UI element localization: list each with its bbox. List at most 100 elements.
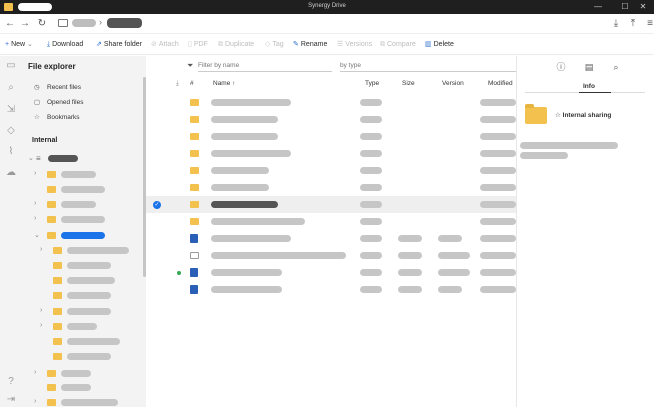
- plus-icon: +: [5, 41, 10, 48]
- tree-item[interactable]: ›: [22, 305, 146, 319]
- cloud-icon[interactable]: ☁: [4, 166, 18, 180]
- status-dot-icon: [177, 271, 181, 275]
- table-row[interactable]: [146, 213, 516, 230]
- compare-icon: ⧉: [380, 41, 385, 48]
- folder-nav-icon[interactable]: ▭: [4, 59, 18, 73]
- column-version[interactable]: Version: [442, 80, 464, 87]
- table-row-selected[interactable]: ✓: [146, 196, 516, 213]
- table-row[interactable]: [146, 281, 516, 298]
- help-icon[interactable]: ?: [4, 375, 18, 389]
- star-icon: ☆: [34, 114, 40, 121]
- versions-button[interactable]: ☰ Versions: [337, 40, 372, 50]
- forward-arrow-icon[interactable]: →: [18, 17, 32, 31]
- filter-by-type-input[interactable]: [340, 59, 516, 72]
- column-type[interactable]: Type: [365, 80, 379, 87]
- tree-item[interactable]: ›: [22, 213, 146, 227]
- folder-icon: [53, 308, 62, 315]
- check-icon: ✓: [153, 201, 161, 209]
- pdf-button[interactable]: ▯ PDF: [188, 40, 208, 50]
- tag-nav-icon[interactable]: ◇: [4, 124, 18, 138]
- download-icon: ⤓: [47, 41, 51, 48]
- tag-button[interactable]: ◇ Tag: [265, 40, 284, 50]
- tree-item[interactable]: [22, 381, 146, 395]
- duplicate-button[interactable]: ⧉ Duplicate: [218, 40, 254, 50]
- tree-item[interactable]: ›: [22, 320, 146, 334]
- table-row[interactable]: [146, 111, 516, 128]
- tree-item[interactable]: ›: [22, 244, 146, 258]
- tree-item[interactable]: ›: [22, 198, 146, 212]
- info-panel: ⓘ ▤ ⌕ Info ☆ Internal sharing: [516, 56, 654, 407]
- refresh-icon[interactable]: ↻: [35, 17, 49, 31]
- column-modified[interactable]: Modified: [488, 80, 513, 87]
- tree-item-selected[interactable]: ⌄: [22, 229, 146, 243]
- folder-icon: [190, 150, 199, 157]
- folder-icon: [58, 19, 68, 27]
- tree-item[interactable]: [22, 183, 146, 197]
- table-row[interactable]: [146, 264, 516, 281]
- minimize-button[interactable]: —: [587, 1, 609, 13]
- folder-icon: [47, 399, 56, 406]
- column-name[interactable]: Name ↑: [213, 80, 235, 87]
- new-button[interactable]: + New ⌄: [5, 40, 33, 50]
- search-details-tab-icon[interactable]: ⌕: [609, 60, 623, 74]
- folder-icon: [190, 99, 199, 106]
- tree-item[interactable]: [22, 289, 146, 303]
- sidebar-item-opened[interactable]: ▢ Opened files: [34, 98, 84, 106]
- folder-icon: [47, 201, 56, 208]
- left-rail: ▭ ⌕ ⇲ ◇ ⌇ ☁ ? ⇥: [0, 56, 22, 407]
- compare-button[interactable]: ⧉ Compare: [380, 40, 416, 50]
- download-icon[interactable]: ⤓: [609, 17, 623, 31]
- table-row[interactable]: [146, 230, 516, 247]
- column-size[interactable]: Size: [402, 80, 415, 87]
- checkout-icon[interactable]: ⇲: [4, 103, 18, 117]
- window-title: Synergy Drive: [308, 3, 346, 9]
- chart-icon[interactable]: ⌇: [4, 145, 18, 159]
- folder-icon: [190, 184, 199, 191]
- folder-icon: [190, 167, 199, 174]
- info-tab-icon[interactable]: ⓘ: [554, 60, 568, 74]
- info-line: [520, 152, 568, 159]
- back-arrow-icon[interactable]: ←: [3, 17, 17, 31]
- table-row[interactable]: [146, 94, 516, 111]
- tree-item[interactable]: [22, 350, 146, 364]
- folder-icon: [190, 201, 199, 208]
- rename-button[interactable]: ✎ Rename: [293, 40, 327, 50]
- table-row[interactable]: [146, 145, 516, 162]
- sidebar-title: File explorer: [28, 62, 76, 71]
- logout-icon[interactable]: ⇥: [4, 393, 18, 407]
- filter-by-name-input[interactable]: [198, 59, 332, 72]
- table-row[interactable]: [146, 179, 516, 196]
- close-button[interactable]: ✕: [632, 1, 654, 13]
- breadcrumb-current[interactable]: [107, 18, 142, 28]
- file-list: ⏷ ⤓ # Name ↑ Type Size Version Modified …: [146, 56, 516, 407]
- search-icon[interactable]: ⌕: [4, 81, 18, 95]
- pdf-icon: ▯: [188, 41, 192, 48]
- tree-root[interactable]: ⌄ ≡: [22, 152, 146, 166]
- breadcrumb-item[interactable]: [72, 19, 96, 27]
- table-row[interactable]: [146, 162, 516, 179]
- details-tab-icon[interactable]: ▤: [582, 60, 596, 74]
- table-row[interactable]: [146, 128, 516, 145]
- share-folder-button[interactable]: ⇗ Share folder: [96, 40, 142, 50]
- attach-button[interactable]: ⊘ Attach: [151, 40, 179, 50]
- tree-item[interactable]: ›: [22, 396, 146, 407]
- internal-sharing-link[interactable]: ☆ Internal sharing: [555, 111, 611, 119]
- tree-item[interactable]: [22, 274, 146, 288]
- column-hash[interactable]: #: [190, 80, 194, 87]
- filter-icon: ⏷: [187, 61, 194, 70]
- download-button[interactable]: ⤓ Download: [47, 40, 83, 50]
- table-row[interactable]: [146, 247, 516, 264]
- tree-item[interactable]: [22, 259, 146, 273]
- document-icon: [190, 285, 198, 294]
- upload-icon[interactable]: ⤒: [626, 17, 640, 31]
- sidebar-item-recent[interactable]: ◷ Recent files: [34, 83, 81, 91]
- tab-underline: [525, 92, 645, 93]
- menu-icon[interactable]: ≡: [643, 17, 654, 31]
- delete-button[interactable]: ▥ Delete: [425, 40, 454, 50]
- folder-icon: [47, 370, 56, 377]
- tree-item[interactable]: ›: [22, 367, 146, 381]
- sidebar-item-bookmarks[interactable]: ☆ Bookmarks: [34, 113, 80, 121]
- tree-item[interactable]: [22, 335, 146, 349]
- file-explorer-sidebar: File explorer ◷ Recent files ▢ Opened file…: [22, 56, 146, 407]
- tree-item[interactable]: ›: [22, 168, 146, 182]
